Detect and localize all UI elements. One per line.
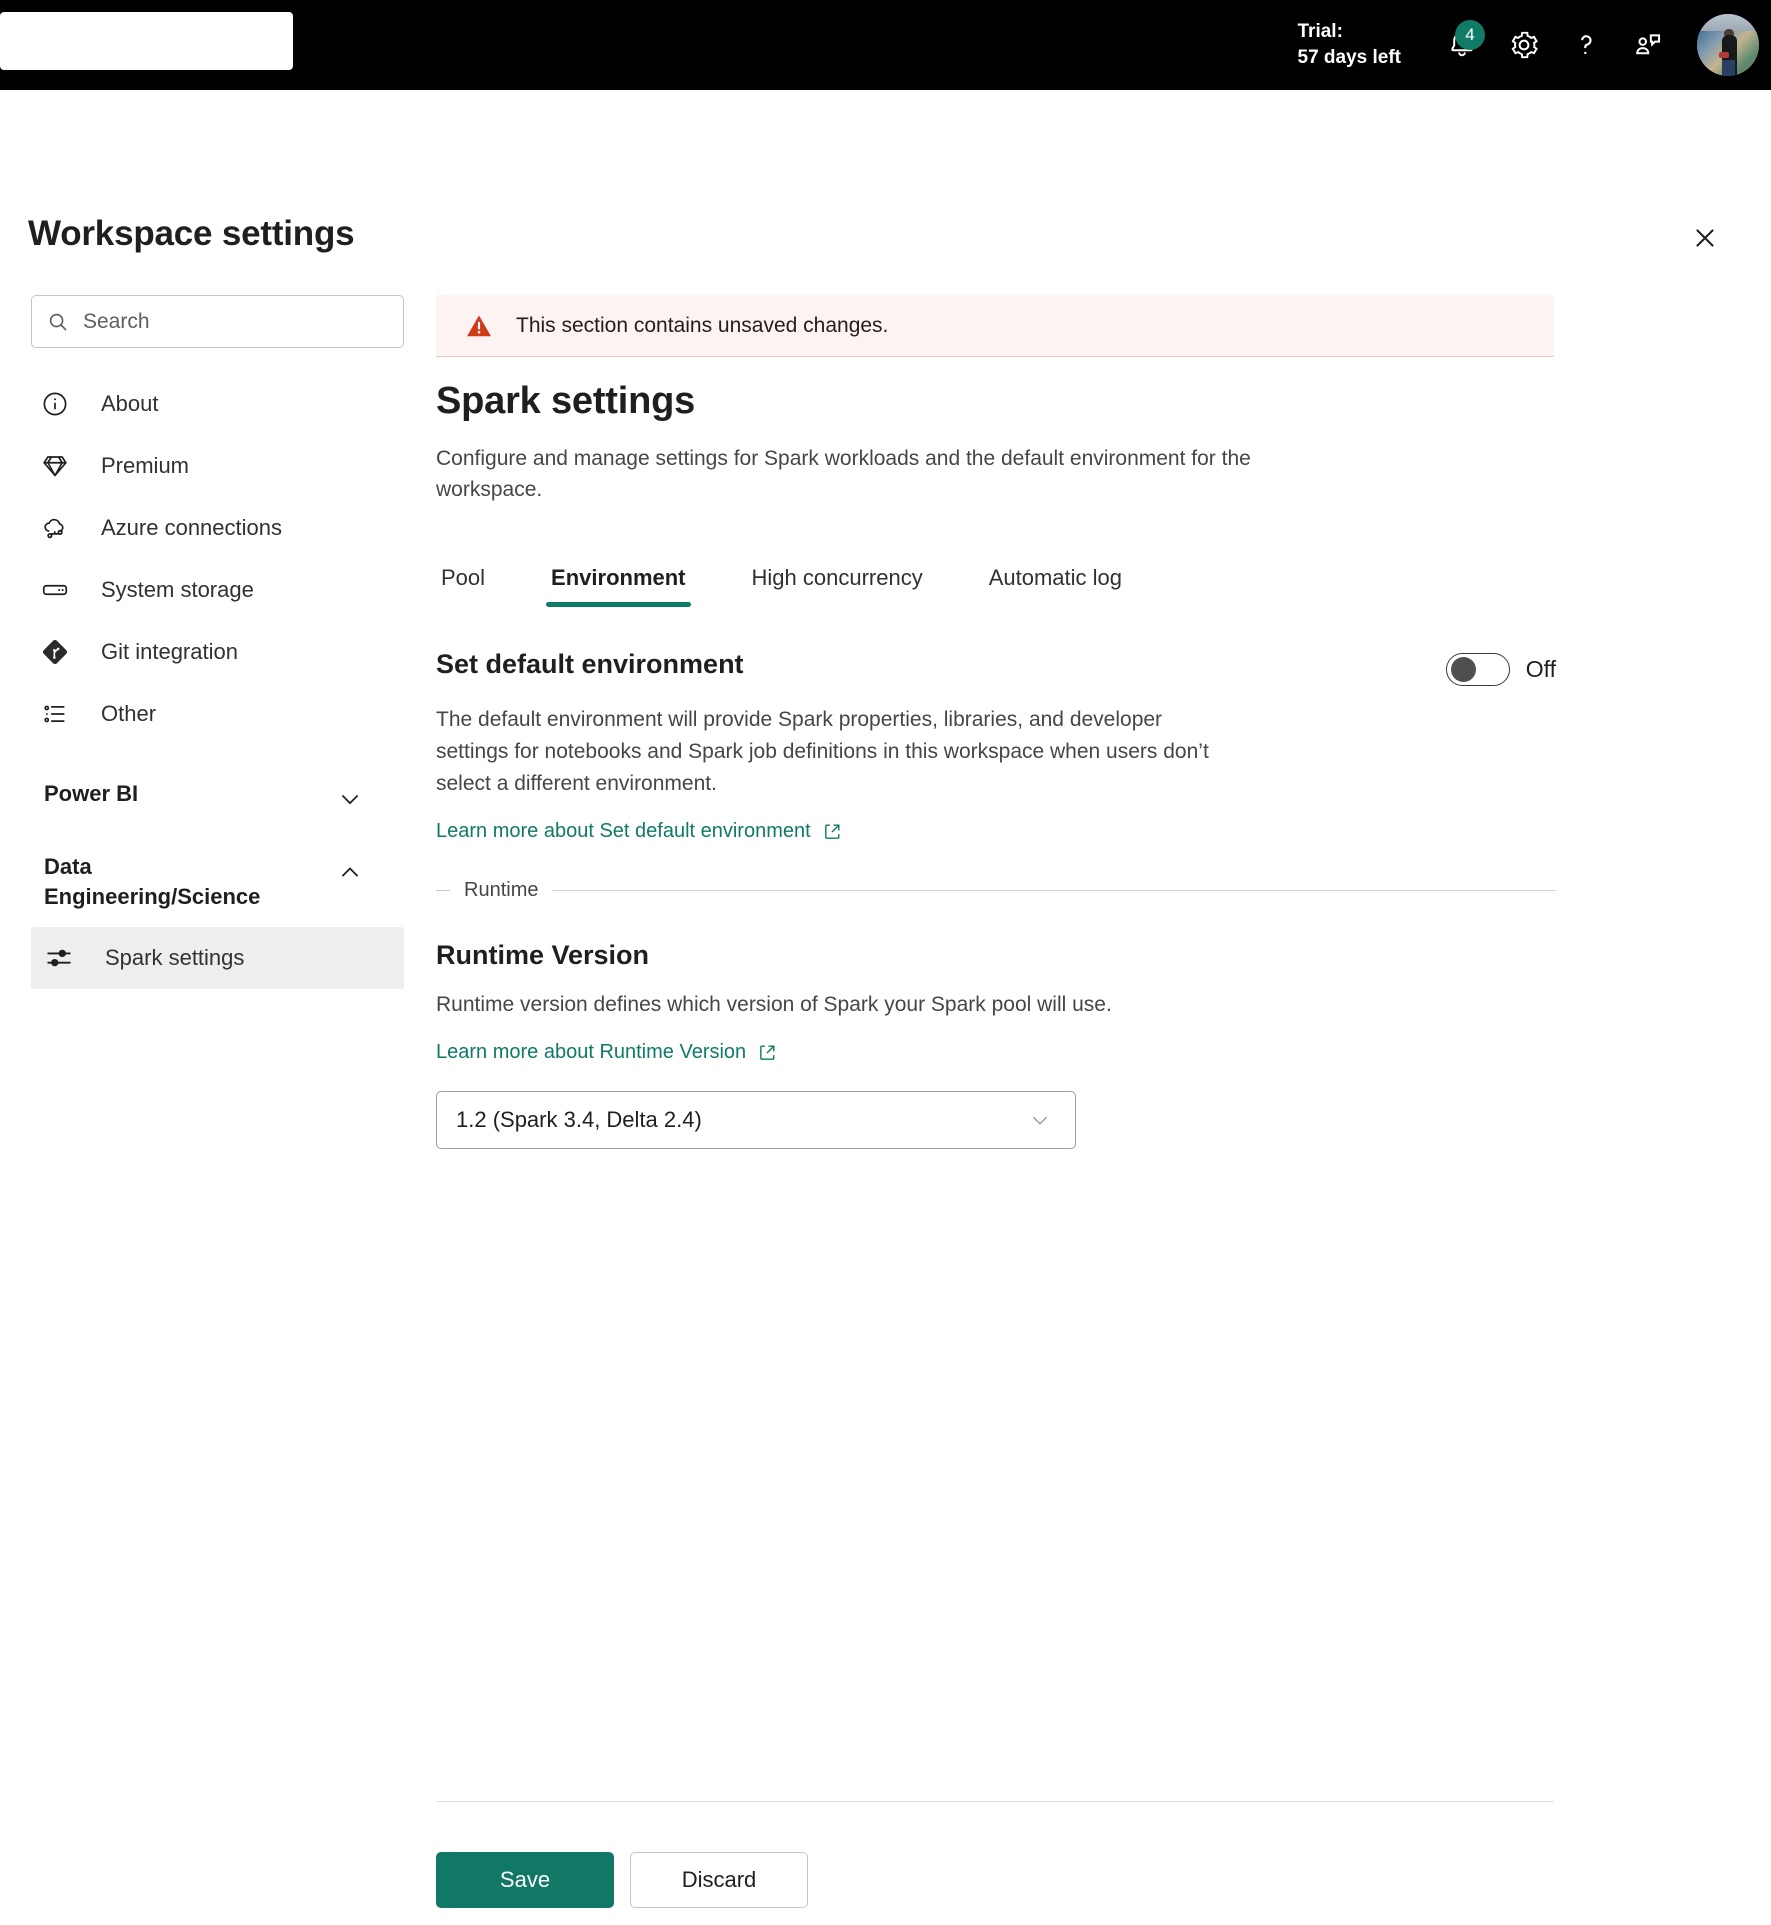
sidebar-item-label: Premium bbox=[101, 453, 190, 478]
chevron-down-icon bbox=[1032, 1116, 1048, 1125]
sidebar-item-other[interactable]: Other bbox=[0, 683, 404, 745]
fieldset-dash bbox=[436, 889, 450, 891]
close-button[interactable] bbox=[1683, 216, 1727, 260]
global-search-box[interactable] bbox=[0, 12, 293, 70]
cloud-link-icon bbox=[40, 513, 80, 543]
help-question-icon bbox=[1580, 35, 1592, 55]
sidebar-item-premium[interactable]: Premium bbox=[0, 435, 404, 497]
sliders-icon bbox=[44, 943, 84, 973]
section-title: Spark settings bbox=[436, 380, 696, 422]
help-button[interactable] bbox=[1555, 14, 1617, 76]
sidebar-item-git-integration[interactable]: Git integration bbox=[0, 621, 404, 683]
close-icon bbox=[1696, 229, 1714, 247]
sidebar-item-label: Spark settings bbox=[105, 944, 245, 970]
sidebar-item-label: Other bbox=[101, 701, 157, 726]
runtime-version-select[interactable]: 1.2 (Spark 3.4, Delta 2.4) bbox=[436, 1090, 1076, 1149]
top-app-bar: Trial: 57 days left 4 bbox=[0, 0, 1771, 90]
sidebar-item-system-storage[interactable]: System storage bbox=[0, 559, 404, 621]
default-environment-toggle-group: Off bbox=[1445, 653, 1556, 687]
learn-more-default-environment-link[interactable]: Learn more about Set default environment bbox=[436, 820, 843, 843]
default-environment-title: Set default environment bbox=[436, 649, 744, 680]
sidebar-group-label: Power BI bbox=[44, 781, 139, 806]
sidebar-item-azure-connections[interactable]: Azure connections bbox=[0, 497, 404, 559]
feedback-button[interactable] bbox=[1617, 14, 1679, 76]
fieldset-rule bbox=[552, 889, 1556, 891]
settings-footer: Save Discard bbox=[436, 1801, 1556, 1908]
sidebar-item-about[interactable]: About bbox=[0, 373, 404, 435]
warning-triangle-icon bbox=[467, 315, 491, 336]
tab-automatic-log[interactable]: Automatic log bbox=[984, 565, 1127, 607]
sidebar-item-label: System storage bbox=[101, 577, 254, 602]
footer-divider bbox=[436, 1801, 1554, 1802]
sidebar-item-label: Git integration bbox=[101, 639, 238, 664]
diamond-icon bbox=[40, 451, 80, 481]
user-avatar[interactable] bbox=[1697, 14, 1759, 76]
banner-text: This section contains unsaved changes. bbox=[516, 313, 889, 337]
footer-buttons: Save Discard bbox=[436, 1852, 1556, 1908]
notifications-button[interactable]: 4 bbox=[1431, 14, 1493, 76]
settings-gear-icon bbox=[1511, 31, 1538, 59]
learn-more-label: Learn more about Set default environment bbox=[436, 819, 811, 842]
runtime-version-selected-value: 1.2 (Spark 3.4, Delta 2.4) bbox=[456, 1106, 702, 1132]
unsaved-changes-banner: This section contains unsaved changes. bbox=[436, 295, 1554, 357]
trial-label: Trial: bbox=[1297, 21, 1343, 43]
settings-sidebar: About Premium bbox=[0, 295, 404, 989]
feedback-person-icon bbox=[1636, 34, 1661, 55]
info-circle-icon bbox=[40, 389, 80, 419]
external-link-icon bbox=[760, 1045, 775, 1060]
settings-tabs: Pool Environment High concurrency Automa… bbox=[436, 549, 1556, 608]
learn-more-runtime-version-link[interactable]: Learn more about Runtime Version bbox=[436, 1041, 778, 1064]
default-environment-toggle[interactable] bbox=[1445, 653, 1510, 687]
tab-high-concurrency[interactable]: High concurrency bbox=[747, 565, 928, 607]
sidebar-item-label: Azure connections bbox=[101, 515, 282, 540]
sidebar-search[interactable] bbox=[31, 295, 404, 348]
settings-button[interactable] bbox=[1493, 14, 1555, 76]
runtime-version-description: Runtime version defines which version of… bbox=[436, 992, 1112, 1016]
runtime-fieldset-legend: Runtime bbox=[464, 878, 539, 901]
list-bullets-icon bbox=[40, 699, 80, 729]
runtime-fieldset: Runtime bbox=[436, 879, 1556, 902]
page-title: Workspace settings bbox=[28, 214, 355, 253]
search-input[interactable] bbox=[83, 309, 373, 334]
notifications-badge: 4 bbox=[1455, 20, 1485, 50]
section-subtitle: Configure and manage settings for Spark … bbox=[436, 447, 1251, 502]
sidebar-group-power-bi[interactable]: Power BI bbox=[0, 779, 404, 818]
save-button[interactable]: Save bbox=[436, 1852, 614, 1908]
tab-environment[interactable]: Environment bbox=[546, 565, 691, 608]
toggle-knob bbox=[1450, 657, 1476, 683]
top-bar-actions: Trial: 57 days left 4 bbox=[1298, 0, 1771, 90]
discard-button[interactable]: Discard bbox=[630, 1852, 808, 1908]
trial-days-left: 57 days left bbox=[1297, 47, 1402, 68]
settings-content: This section contains unsaved changes. S… bbox=[436, 295, 1556, 1149]
default-environment-header: Set default environment Off bbox=[436, 649, 1556, 687]
sidebar-nav: About Premium Azure connections System s… bbox=[0, 373, 404, 745]
chevron-down-icon bbox=[336, 785, 364, 818]
learn-more-label: Learn more about Runtime Version bbox=[436, 1040, 747, 1063]
sidebar-item-spark-settings[interactable]: Spark settings bbox=[31, 926, 404, 989]
sidebar-group-label: Data Engineering/Science bbox=[44, 854, 261, 910]
git-icon bbox=[40, 637, 80, 667]
storage-drive-icon bbox=[40, 575, 80, 605]
tab-pool[interactable]: Pool bbox=[436, 565, 490, 607]
external-link-icon bbox=[824, 824, 840, 839]
chevron-up-icon bbox=[336, 858, 364, 891]
sidebar-item-label: About bbox=[101, 391, 159, 416]
workspace-settings-panel: Workspace settings About bbox=[0, 90, 1771, 1925]
runtime-version-title: Runtime Version bbox=[436, 939, 650, 970]
search-icon bbox=[49, 313, 67, 331]
toggle-state-label: Off bbox=[1525, 656, 1556, 683]
sidebar-group-data-engineering-science[interactable]: Data Engineering/Science bbox=[0, 852, 404, 913]
trial-status: Trial: 57 days left bbox=[1298, 19, 1402, 70]
default-environment-description: The default environment will provide Spa… bbox=[436, 708, 1209, 795]
